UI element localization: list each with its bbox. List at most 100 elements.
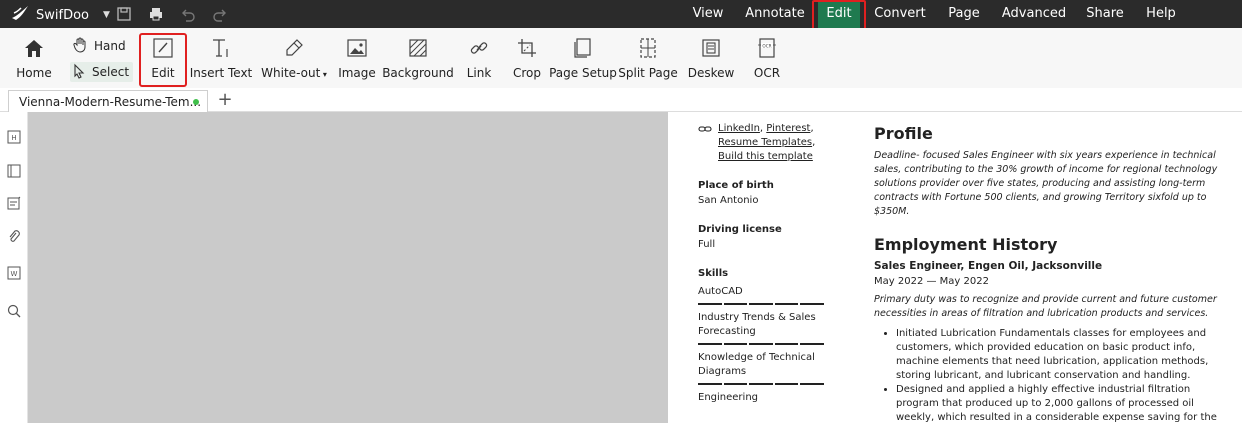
- bookmarks-icon[interactable]: [5, 162, 23, 180]
- list-item: Designed and applied a highly effective …: [896, 383, 1234, 423]
- swifdoo-logo-icon: [10, 4, 30, 26]
- image-icon: [345, 36, 369, 60]
- image-button[interactable]: Image: [338, 36, 376, 82]
- side-rail: H W: [0, 112, 28, 423]
- background-label: Background: [382, 66, 454, 80]
- ocr-button[interactable]: OCR OCR: [752, 36, 782, 82]
- text-icon: [209, 36, 233, 60]
- eraser-icon: [282, 36, 306, 60]
- attachment-icon[interactable]: [5, 228, 23, 246]
- document-tab-bar: Vienna-Modern-Resume-Tem... +: [0, 88, 1242, 112]
- skill-item: Industry Trends & Sales Forecasting: [698, 311, 838, 345]
- skill-item: Knowledge of Technical Diagrams: [698, 351, 838, 385]
- link-icon: [467, 36, 491, 60]
- document-tab-title: Vienna-Modern-Resume-Tem...: [19, 94, 202, 109]
- driving-license-value: Full: [698, 239, 716, 250]
- document-tab[interactable]: Vienna-Modern-Resume-Tem...: [8, 90, 208, 112]
- skill-name: AutoCAD: [698, 286, 743, 297]
- resume-main: Profile Deadline- focused Sales Engineer…: [874, 124, 1234, 423]
- page-setup-icon: [571, 36, 595, 60]
- links-block: LinkedIn, Pinterest, Resume Templates, B…: [698, 122, 838, 164]
- cursor-icon: [72, 63, 86, 82]
- split-page-icon: [636, 36, 660, 60]
- resume-templates-link[interactable]: Resume Templates: [718, 137, 812, 148]
- menu-share[interactable]: Share: [1084, 0, 1126, 28]
- background-button[interactable]: Background: [382, 36, 454, 82]
- split-page-button[interactable]: Split Page: [618, 36, 678, 82]
- svg-text:W: W: [11, 270, 18, 278]
- print-icon[interactable]: [146, 4, 166, 24]
- profile-text: Deadline- focused Sales Engineer with si…: [874, 150, 1218, 217]
- menu-annotate[interactable]: Annotate: [744, 0, 806, 28]
- app-menu-chevron-icon[interactable]: ▼: [103, 10, 110, 20]
- crop-button[interactable]: Crop: [512, 36, 542, 82]
- deskew-button[interactable]: Deskew: [688, 36, 734, 82]
- menu-view[interactable]: View: [688, 0, 728, 28]
- select-label: Select: [92, 65, 130, 79]
- job-summary: Primary duty was to recognize and provid…: [874, 294, 1217, 319]
- comments-icon[interactable]: [5, 194, 23, 212]
- profile-heading: Profile: [874, 124, 933, 143]
- insert-text-label: Insert Text: [189, 66, 253, 80]
- skill-level-bar: [698, 383, 838, 385]
- select-tool-button[interactable]: Select: [70, 62, 134, 82]
- skill-name-cont: Forecasting: [698, 326, 756, 337]
- insert-text-button[interactable]: Insert Text: [189, 36, 253, 82]
- ocr-icon: OCR: [755, 36, 779, 60]
- thumbnails-icon[interactable]: H: [5, 128, 23, 146]
- skill-item: Engineering: [698, 391, 838, 405]
- menu-advanced[interactable]: Advanced: [1000, 0, 1068, 28]
- unsaved-status-icon: [193, 99, 199, 105]
- document-page[interactable]: LinkedIn, Pinterest, Resume Templates, B…: [668, 112, 1242, 423]
- word-count-icon[interactable]: W: [5, 264, 23, 282]
- home-button[interactable]: Home: [14, 36, 54, 82]
- svg-text:OCR: OCR: [762, 43, 771, 48]
- skill-item: AutoCAD: [698, 285, 838, 305]
- page-setup-label: Page Setup: [549, 66, 617, 80]
- hand-tool-button[interactable]: Hand: [72, 36, 126, 56]
- links-list: LinkedIn, Pinterest, Resume Templates, B…: [718, 123, 816, 162]
- skill-name: Engineering: [698, 392, 758, 403]
- job-title: Sales Engineer, Engen Oil, Jacksonville: [874, 260, 1103, 272]
- menu-convert[interactable]: Convert: [872, 0, 928, 28]
- menu-help[interactable]: Help: [1142, 0, 1180, 28]
- pinterest-link[interactable]: Pinterest: [766, 123, 810, 134]
- undo-icon[interactable]: [178, 4, 198, 24]
- document-canvas[interactable]: [28, 112, 668, 423]
- crop-label: Crop: [512, 66, 541, 80]
- skills-label: Skills: [698, 268, 729, 279]
- skill-name-cont: Diagrams: [698, 366, 747, 377]
- job-bullets: Initiated Lubrication Fundamentals class…: [890, 327, 1234, 423]
- list-item: Initiated Lubrication Fundamentals class…: [896, 327, 1234, 383]
- place-of-birth-value: San Antonio: [698, 195, 759, 206]
- home-icon: [22, 36, 46, 60]
- skill-name: Industry Trends & Sales: [698, 312, 816, 323]
- background-icon: [406, 36, 430, 60]
- brand[interactable]: SwifDoo ▼: [10, 4, 110, 26]
- resume-sidebar: LinkedIn, Pinterest, Resume Templates, B…: [698, 122, 838, 405]
- build-template-link[interactable]: Build this template: [718, 151, 813, 162]
- redo-icon[interactable]: [210, 4, 230, 24]
- link-button[interactable]: Link: [464, 36, 494, 82]
- linkedin-link[interactable]: LinkedIn: [718, 123, 760, 134]
- deskew-label: Deskew: [687, 66, 735, 80]
- page-setup-button[interactable]: Page Setup: [549, 36, 617, 82]
- place-of-birth-label: Place of birth: [698, 180, 774, 191]
- skill-level-bar: [698, 303, 838, 305]
- svg-text:H: H: [11, 134, 16, 142]
- new-tab-button[interactable]: +: [216, 90, 234, 110]
- white-out-button[interactable]: White-out ▾: [261, 36, 327, 82]
- menu-page[interactable]: Page: [944, 0, 984, 28]
- hand-label: Hand: [94, 39, 126, 53]
- link-icon: [698, 124, 712, 164]
- app-name: SwifDoo: [36, 7, 89, 23]
- home-label: Home: [16, 66, 52, 80]
- app-window: SwifDoo ▼ View Annotate Edit Convert Pag…: [0, 0, 1242, 423]
- save-icon[interactable]: [114, 4, 134, 24]
- split-page-label: Split Page: [618, 66, 678, 80]
- search-icon[interactable]: [5, 302, 23, 320]
- skill-name: Knowledge of Technical: [698, 352, 815, 363]
- link-label: Link: [466, 66, 492, 80]
- crop-icon: [515, 36, 539, 60]
- ocr-label: OCR: [753, 66, 781, 80]
